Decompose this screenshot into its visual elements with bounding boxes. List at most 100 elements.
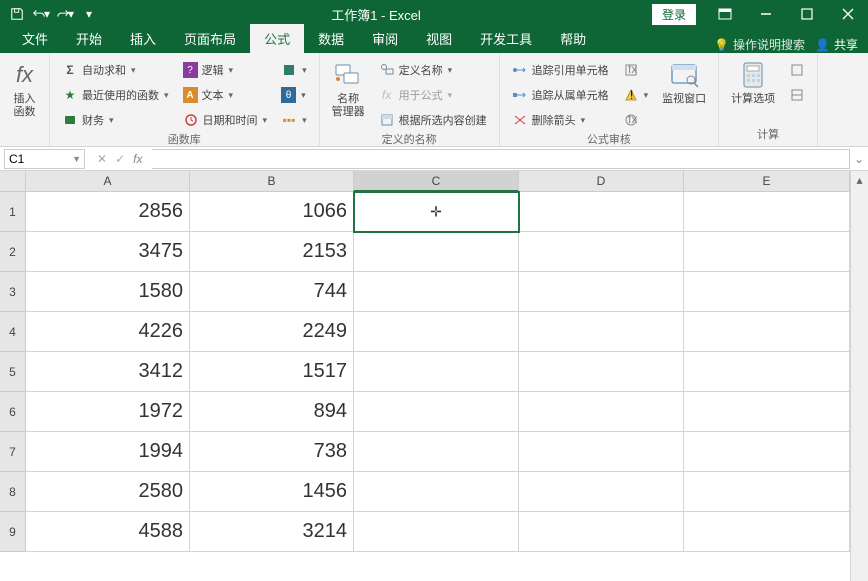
undo-icon[interactable]: ▾ bbox=[30, 3, 52, 25]
scroll-up-icon[interactable]: ▴ bbox=[851, 171, 868, 189]
maximize-icon[interactable] bbox=[787, 0, 827, 28]
math-button[interactable]: θ▾ bbox=[277, 84, 311, 106]
cell-A3[interactable]: 1580 bbox=[26, 272, 190, 312]
column-header-B[interactable]: B bbox=[190, 171, 354, 191]
share-button[interactable]: 👤 共享 bbox=[815, 36, 858, 53]
error-checking-button[interactable]: !▾ bbox=[619, 84, 653, 106]
cell-D7[interactable] bbox=[519, 432, 684, 472]
cell-E6[interactable] bbox=[684, 392, 850, 432]
cell-A5[interactable]: 3412 bbox=[26, 352, 190, 392]
cell-A8[interactable]: 2580 bbox=[26, 472, 190, 512]
tab-开发工具[interactable]: 开发工具 bbox=[466, 24, 546, 53]
cell-E9[interactable] bbox=[684, 512, 850, 552]
row-header-7[interactable]: 7 bbox=[0, 432, 26, 472]
expand-formula-bar-icon[interactable]: ⌄ bbox=[850, 152, 868, 166]
cell-E5[interactable] bbox=[684, 352, 850, 392]
cell-D3[interactable] bbox=[519, 272, 684, 312]
row-header-6[interactable]: 6 bbox=[0, 392, 26, 432]
cancel-icon[interactable]: ✕ bbox=[97, 152, 107, 166]
formula-input[interactable] bbox=[152, 149, 850, 169]
cell-C1[interactable]: ✛ bbox=[354, 192, 519, 232]
calculation-options-button[interactable]: 计算选项 bbox=[727, 57, 779, 108]
cell-D6[interactable] bbox=[519, 392, 684, 432]
row-header-1[interactable]: 1 bbox=[0, 192, 26, 232]
cell-E3[interactable] bbox=[684, 272, 850, 312]
cell-B7[interactable]: 738 bbox=[190, 432, 354, 472]
cell-C5[interactable] bbox=[354, 352, 519, 392]
define-name-button[interactable]: 定义名称▾ bbox=[375, 59, 491, 81]
tab-帮助[interactable]: 帮助 bbox=[546, 24, 600, 53]
tab-数据[interactable]: 数据 bbox=[304, 24, 358, 53]
tab-审阅[interactable]: 审阅 bbox=[358, 24, 412, 53]
tab-文件[interactable]: 文件 bbox=[8, 24, 62, 53]
cell-D2[interactable] bbox=[519, 232, 684, 272]
tab-插入[interactable]: 插入 bbox=[116, 24, 170, 53]
login-button[interactable]: 登录 bbox=[652, 4, 696, 25]
select-all-corner[interactable] bbox=[0, 171, 26, 191]
show-formulas-button[interactable]: fx bbox=[619, 59, 653, 81]
trace-dependents-button[interactable]: 追踪从属单元格 bbox=[508, 84, 613, 106]
save-icon[interactable] bbox=[6, 3, 28, 25]
cell-E7[interactable] bbox=[684, 432, 850, 472]
cell-B4[interactable]: 2249 bbox=[190, 312, 354, 352]
cell-B1[interactable]: 1066 bbox=[190, 192, 354, 232]
cell-B3[interactable]: 744 bbox=[190, 272, 354, 312]
cell-C4[interactable] bbox=[354, 312, 519, 352]
column-header-A[interactable]: A bbox=[26, 171, 190, 191]
evaluate-formula-button[interactable]: fx bbox=[619, 109, 653, 131]
cell-D9[interactable] bbox=[519, 512, 684, 552]
name-box[interactable]: C1▼ bbox=[4, 149, 85, 169]
cell-B6[interactable]: 894 bbox=[190, 392, 354, 432]
row-header-4[interactable]: 4 bbox=[0, 312, 26, 352]
tab-视图[interactable]: 视图 bbox=[412, 24, 466, 53]
create-from-selection-button[interactable]: 根据所选内容创建 bbox=[375, 109, 491, 131]
calculate-sheet-button[interactable] bbox=[785, 84, 809, 106]
cell-A6[interactable]: 1972 bbox=[26, 392, 190, 432]
row-header-9[interactable]: 9 bbox=[0, 512, 26, 552]
qat-customize-icon[interactable]: ▾ bbox=[78, 3, 100, 25]
cell-A4[interactable]: 4226 bbox=[26, 312, 190, 352]
close-icon[interactable] bbox=[828, 0, 868, 28]
use-in-formula-button[interactable]: fx用于公式▾ bbox=[375, 84, 491, 106]
cell-C9[interactable] bbox=[354, 512, 519, 552]
cell-D4[interactable] bbox=[519, 312, 684, 352]
row-header-2[interactable]: 2 bbox=[0, 232, 26, 272]
financial-button[interactable]: 财务▾ bbox=[58, 109, 173, 131]
lookup-button[interactable]: ▾ bbox=[277, 59, 311, 81]
row-header-8[interactable]: 8 bbox=[0, 472, 26, 512]
cell-B2[interactable]: 2153 bbox=[190, 232, 354, 272]
cell-E2[interactable] bbox=[684, 232, 850, 272]
tab-开始[interactable]: 开始 bbox=[62, 24, 116, 53]
cell-C6[interactable] bbox=[354, 392, 519, 432]
scroll-track[interactable] bbox=[851, 189, 868, 581]
column-header-C[interactable]: C bbox=[354, 171, 519, 191]
cell-D8[interactable] bbox=[519, 472, 684, 512]
cell-A1[interactable]: 2856 bbox=[26, 192, 190, 232]
cell-C3[interactable] bbox=[354, 272, 519, 312]
cell-B9[interactable]: 3214 bbox=[190, 512, 354, 552]
cell-E8[interactable] bbox=[684, 472, 850, 512]
name-manager-button[interactable]: 名称 管理器 bbox=[328, 57, 369, 121]
cell-D1[interactable] bbox=[519, 192, 684, 232]
tab-公式[interactable]: 公式 bbox=[250, 24, 304, 53]
cell-B5[interactable]: 1517 bbox=[190, 352, 354, 392]
vertical-scrollbar[interactable]: ▴ bbox=[850, 171, 868, 581]
text-button[interactable]: A文本▾ bbox=[179, 84, 272, 106]
insert-function-button[interactable]: fx 插入函数 bbox=[5, 57, 45, 121]
calculate-now-button[interactable] bbox=[785, 59, 809, 81]
tab-页面布局[interactable]: 页面布局 bbox=[170, 24, 250, 53]
ribbon-options-icon[interactable] bbox=[705, 0, 745, 28]
cell-E1[interactable] bbox=[684, 192, 850, 232]
cell-A7[interactable]: 1994 bbox=[26, 432, 190, 472]
watch-window-button[interactable]: 监视窗口 bbox=[658, 57, 710, 108]
remove-arrows-button[interactable]: 删除箭头▾ bbox=[508, 109, 613, 131]
fx-icon[interactable]: fx bbox=[133, 152, 142, 166]
redo-icon[interactable]: ▾ bbox=[54, 3, 76, 25]
cell-C7[interactable] bbox=[354, 432, 519, 472]
trace-precedents-button[interactable]: 追踪引用单元格 bbox=[508, 59, 613, 81]
cell-C2[interactable] bbox=[354, 232, 519, 272]
enter-icon[interactable]: ✓ bbox=[115, 152, 125, 166]
cell-A9[interactable]: 4588 bbox=[26, 512, 190, 552]
autosum-button[interactable]: Σ自动求和▾ bbox=[58, 59, 173, 81]
cell-C8[interactable] bbox=[354, 472, 519, 512]
